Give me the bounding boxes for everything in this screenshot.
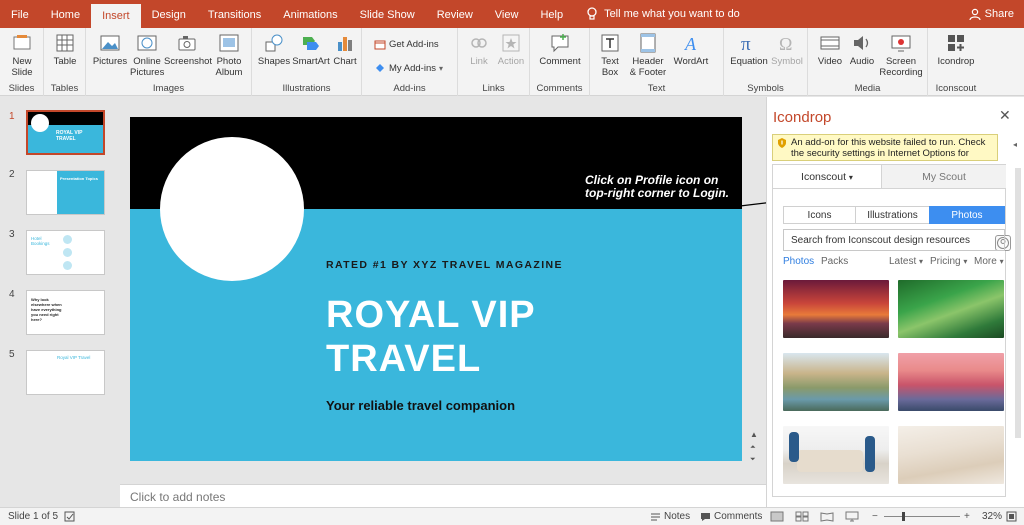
fit-slide-icon[interactable] (1006, 511, 1017, 525)
notes-pane[interactable]: Click to add notes (120, 484, 766, 508)
chevron-down-icon: ▾ (999, 257, 1004, 266)
filter-photos[interactable]: Photos (783, 256, 814, 267)
nav-my-scout[interactable]: My Scout (881, 165, 1006, 189)
notes-button[interactable]: Notes (650, 511, 690, 522)
normal-view-icon[interactable] (770, 511, 784, 525)
filter-more[interactable]: More ▾ (974, 256, 1004, 267)
person-shape (789, 432, 799, 462)
chevron-left-icon[interactable]: ◂ (1013, 140, 1017, 149)
photo-thumbnail[interactable] (783, 426, 889, 484)
photo-thumbnail[interactable] (783, 280, 889, 338)
slide-counter: Slide 1 of 5 (8, 511, 59, 522)
photo-thumbnail[interactable] (898, 280, 1004, 338)
zoom-slider-thumb[interactable] (902, 512, 905, 521)
pane-content: Iconscout ▾ My Scout Icons Illustrations… (772, 164, 1011, 497)
chevron-down-icon: ▾ (963, 257, 968, 266)
warning-banner: An add-on for this website failed to run… (772, 134, 998, 161)
notes-icon (651, 513, 660, 520)
pane-title: Icondrop (773, 109, 832, 126)
filter-latest[interactable]: Latest ▾ (889, 256, 923, 267)
next-slide-icon[interactable]: ⏷ (750, 456, 756, 464)
comment-icon (701, 512, 710, 521)
search-input[interactable]: Search from Iconscout design resources (783, 229, 1005, 251)
photo-thumbnail[interactable] (898, 426, 1004, 484)
chevron-down-icon: ▾ (919, 257, 924, 266)
sofa-shape (797, 450, 863, 472)
arrow-up-icon[interactable]: ▲ (750, 430, 758, 439)
slide-vertical-scrollbar[interactable]: ▲ ⏶ ⏷ (748, 120, 760, 480)
spelling-icon[interactable] (64, 511, 75, 525)
zoom-level[interactable]: 32% (982, 511, 1002, 522)
status-bar: Slide 1 of 5 Notes Comments − + 32% (0, 507, 1024, 525)
segment-icons[interactable]: Icons (783, 206, 856, 224)
scrollbar-thumb[interactable] (1015, 168, 1021, 438)
zoom-out-icon[interactable]: − (872, 511, 878, 522)
person-shape (865, 436, 875, 472)
close-icon[interactable]: ✕ (999, 107, 1011, 124)
nav-iconscout[interactable]: Iconscout ▾ (773, 165, 881, 189)
slide-sorter-icon[interactable] (795, 511, 809, 525)
warning-shield-icon (778, 138, 786, 148)
pane-scrollbar[interactable]: ◂ (1012, 134, 1024, 499)
photo-thumbnail[interactable] (898, 353, 1004, 411)
reading-view-icon[interactable] (820, 511, 834, 525)
icondrop-task-pane: Icondrop ✕ An add-on for this website fa… (766, 97, 1024, 507)
filter-pricing[interactable]: Pricing ▾ (930, 256, 967, 267)
chevron-down-icon: ▾ (848, 173, 853, 182)
zoom-in-icon[interactable]: + (964, 511, 970, 522)
slideshow-icon[interactable] (845, 511, 859, 525)
segment-photos[interactable]: Photos (929, 206, 1005, 224)
previous-slide-icon[interactable]: ⏶ (750, 444, 756, 452)
comments-button[interactable]: Comments (700, 511, 762, 522)
segment-illustrations[interactable]: Illustrations (855, 206, 930, 224)
zoom-slider[interactable] (884, 516, 960, 517)
filter-packs[interactable]: Packs (821, 256, 848, 267)
photo-thumbnail[interactable] (783, 353, 889, 411)
